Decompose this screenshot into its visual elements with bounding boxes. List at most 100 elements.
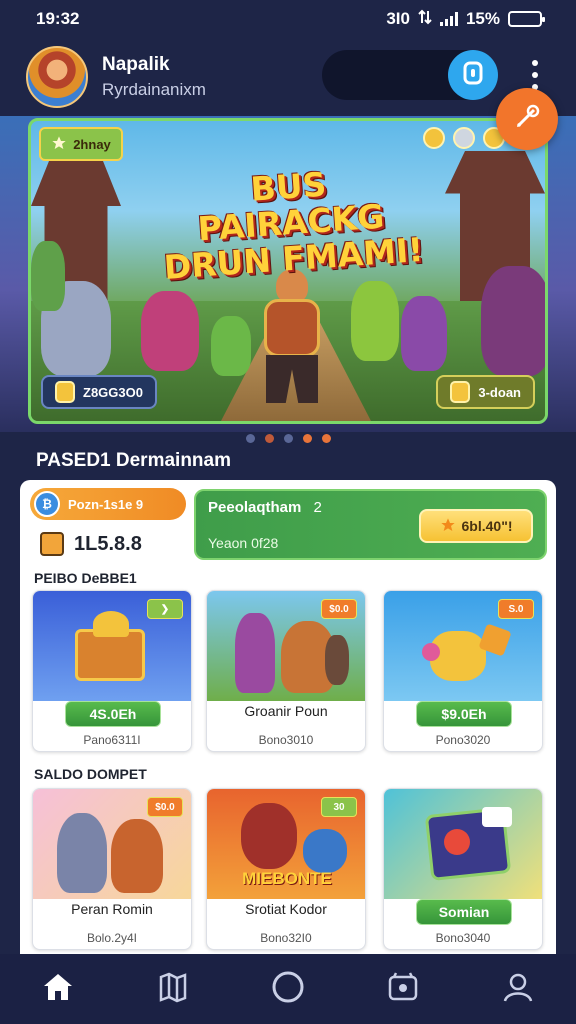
card-title: Peran Romin	[71, 901, 153, 917]
inventory-icon	[386, 971, 420, 1008]
nav-inventory[interactable]	[373, 959, 433, 1019]
lime-creature	[351, 281, 399, 361]
hero-right-chip-label: 3-doan	[478, 384, 521, 400]
network-label: 3I0	[386, 9, 410, 28]
carousel-dot[interactable]	[264, 434, 274, 443]
section-title: PASED1 Dermainnam	[36, 450, 231, 471]
card-tag: $0.0	[147, 797, 183, 817]
hero-right-chip[interactable]: 3-doan	[436, 375, 535, 409]
balance-card[interactable]: ₿ Pozn-1s1e 9 1L5.8.8	[30, 488, 188, 562]
map-icon	[157, 971, 189, 1008]
carousel-dot[interactable]	[283, 434, 293, 443]
hero-character	[256, 269, 326, 404]
promo-title-suffix: 2	[313, 499, 322, 516]
edit-icon	[512, 102, 542, 137]
game-card[interactable]: S.0 $9.0Eh Pono3020	[383, 590, 543, 752]
signal-icon	[439, 12, 458, 26]
hero-title: BUS PAIRACKG DRUN FMAMI!	[158, 160, 425, 286]
wallet-button[interactable]	[448, 50, 498, 100]
carousel-dot[interactable]	[302, 434, 312, 443]
carousel-dot[interactable]	[321, 434, 331, 443]
card-title: Groanir Poun	[244, 703, 328, 719]
balance-pill: ₿ Pozn-1s1e 9	[30, 488, 186, 520]
user-name: Napalik	[102, 54, 170, 75]
coin-icon	[450, 381, 471, 403]
group2-heading: SALDO DOMPET	[34, 766, 147, 782]
card-price-button[interactable]: 4S.0Eh	[65, 701, 161, 727]
header-search-pill[interactable]	[322, 50, 498, 100]
hero-left-chip-label: Z8GG3O0	[83, 384, 143, 400]
avatar[interactable]	[26, 46, 88, 108]
home-icon	[41, 971, 75, 1008]
currency-icon: ₿	[34, 491, 60, 517]
card-title: Srotiat Kodor	[245, 901, 327, 917]
carousel-dots[interactable]	[0, 434, 576, 443]
card-meta: Pono3020	[435, 733, 491, 747]
promo-claim-button[interactable]: 6bl.40"!	[419, 509, 533, 543]
promo-button-label: 6bl.40"!	[461, 518, 513, 534]
shield-icon	[55, 381, 75, 403]
clock: 19:32	[36, 9, 80, 28]
hero-coins	[423, 127, 505, 149]
edit-fab-button[interactable]	[496, 88, 558, 150]
star-icon	[51, 135, 67, 154]
coin-icon	[423, 127, 445, 149]
card-tag: S.0	[498, 599, 534, 619]
game-card[interactable]: Somian Bono3040	[383, 788, 543, 950]
wallet-icon	[462, 61, 484, 90]
status-icons: 3I0 15%	[386, 9, 545, 30]
card-meta: Bono3010	[258, 733, 314, 747]
card-meta: Bono3040	[435, 931, 491, 945]
card-action-button[interactable]: Somian	[416, 899, 512, 925]
game-card[interactable]: $0.0 Peran Romin Bolo.2y4I	[32, 788, 192, 950]
game-card[interactable]: MIEBONTE 30 Srotiat Kodor Bono32I0	[206, 788, 366, 950]
tag-icon: ❯	[160, 603, 170, 615]
card-tag: 30	[321, 797, 357, 817]
card-image	[384, 789, 542, 899]
header: Napalik Ryrdainanixm	[0, 38, 576, 116]
nav-center[interactable]	[258, 959, 318, 1019]
card-meta: Pano6311I	[83, 733, 141, 747]
card-meta: Bono32I0	[260, 931, 312, 945]
circle-icon	[270, 969, 306, 1010]
hero-banner[interactable]: 2hnay BUS PAIRACKG DRUN FMAMI! Z8GG3O0 3…	[28, 118, 548, 424]
purple-creature	[401, 296, 447, 371]
battery-icon	[508, 11, 545, 27]
balance-value: 1L5.8.8	[74, 532, 142, 555]
card-tag: ❯	[147, 599, 183, 619]
card-price-button[interactable]: $9.0Eh	[416, 701, 512, 727]
hero-badge: 2hnay	[39, 127, 123, 161]
nav-profile[interactable]	[488, 959, 548, 1019]
bottom-navigation	[0, 954, 576, 1024]
card-tag: $0.0	[321, 599, 357, 619]
battery-percent: 15%	[465, 9, 500, 28]
balance-label: Pozn-1s1e 9	[68, 496, 144, 512]
pink-creature	[141, 291, 199, 371]
hero-badge-label: 2hnay	[73, 136, 111, 152]
status-bar: 19:32 3I0 15%	[0, 0, 576, 38]
card-art-title: MIEBONTE	[242, 869, 332, 888]
promo-subtitle: Yeaon 0f28	[208, 535, 279, 551]
promo-title-text: Peeolaqtham	[208, 499, 302, 516]
data-transfer-icon	[418, 9, 432, 30]
hero-left-chip[interactable]: Z8GG3O0	[41, 375, 157, 409]
silver-coin-icon	[453, 127, 475, 149]
boar-creature	[481, 266, 545, 376]
promo-card[interactable]: Peeolaqtham 2 Yeaon 0f28 6bl.40"!	[194, 489, 547, 560]
more-vertical-icon[interactable]	[532, 60, 538, 90]
wallet-icon	[40, 532, 64, 556]
green-creature	[211, 316, 251, 376]
nav-map[interactable]	[143, 959, 203, 1019]
game-card[interactable]: $0.0 Groanir Poun Bono3010	[206, 590, 366, 752]
user-info: Napalik Ryrdainanixm	[102, 54, 206, 100]
card-meta: Bolo.2y4I	[86, 931, 138, 945]
goblin-creature	[31, 241, 65, 311]
profile-icon	[501, 971, 535, 1008]
promo-title: Peeolaqtham 2	[208, 499, 322, 516]
star-icon	[440, 517, 456, 536]
carousel-dot[interactable]	[245, 434, 255, 443]
game-card[interactable]: ❯ 4S.0Eh Pano6311I	[32, 590, 192, 752]
balance-value-row: 1L5.8.8	[40, 532, 188, 556]
main-panel: ₿ Pozn-1s1e 9 1L5.8.8 Peeolaqtham 2 Yeao…	[20, 480, 556, 954]
nav-home[interactable]	[28, 959, 88, 1019]
